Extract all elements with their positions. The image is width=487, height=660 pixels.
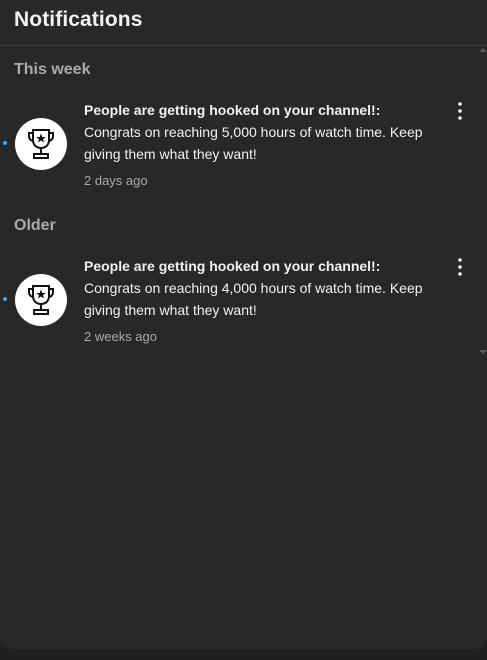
notification-message: People are getting hooked on your channe… xyxy=(84,99,434,165)
more-options-button[interactable] xyxy=(448,99,472,123)
notification-timestamp: 2 weeks ago xyxy=(84,329,157,344)
notification-item[interactable]: People are getting hooked on your channe… xyxy=(0,99,480,199)
more-options-button[interactable] xyxy=(448,255,472,279)
notification-body: Congrats on reaching 4,000 hours of watc… xyxy=(84,280,423,318)
notifications-panel: Notifications This week People are getti… xyxy=(0,0,487,649)
notification-title-separator: : xyxy=(375,258,381,274)
notification-body: Congrats on reaching 5,000 hours of watc… xyxy=(84,124,423,162)
trophy-icon xyxy=(28,285,54,315)
notifications-header: Notifications xyxy=(0,0,487,46)
page-title: Notifications xyxy=(14,8,143,31)
unread-dot xyxy=(3,297,7,301)
more-vertical-icon xyxy=(458,258,462,276)
section-title-this-week: This week xyxy=(14,61,91,78)
notification-title: People are getting hooked on your channe… xyxy=(84,258,376,274)
notification-item[interactable]: People are getting hooked on your channe… xyxy=(0,255,480,355)
section-title-older: Older xyxy=(14,217,56,234)
notification-avatar xyxy=(15,274,67,326)
trophy-icon xyxy=(28,129,54,159)
more-vertical-icon xyxy=(458,102,462,120)
notification-avatar xyxy=(15,118,67,170)
notification-message: People are getting hooked on your channe… xyxy=(84,255,434,321)
unread-dot xyxy=(3,141,7,145)
notification-title-separator: : xyxy=(375,102,381,118)
notification-title: People are getting hooked on your channe… xyxy=(84,102,376,118)
scroll-down-arrow-icon[interactable] xyxy=(479,348,487,356)
notification-timestamp: 2 days ago xyxy=(84,173,148,188)
scroll-up-arrow-icon[interactable] xyxy=(479,46,487,54)
